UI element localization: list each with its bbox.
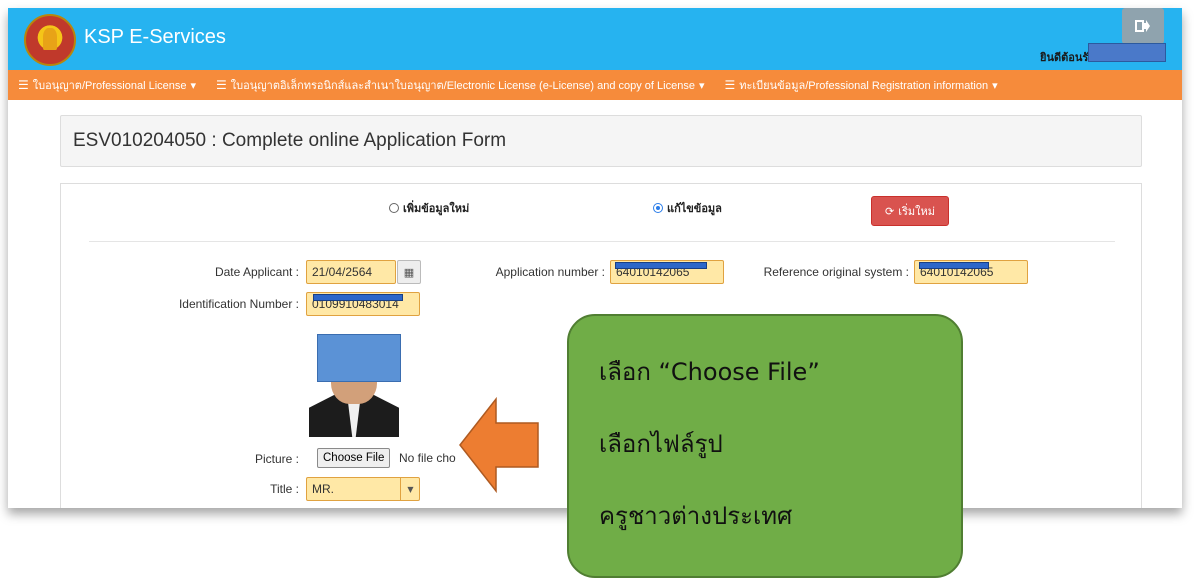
reset-button-label: เริ่มใหม่ bbox=[898, 205, 935, 218]
main-nav: ☰ ใบอนุญาต/Professional License ▾ ☰ ใบอน… bbox=[8, 70, 1182, 100]
refresh-icon: ⟳ bbox=[884, 204, 895, 218]
photo-redaction bbox=[317, 334, 401, 382]
radio-add-new[interactable]: เพิ่มข้อมูลใหม่ bbox=[389, 199, 469, 217]
radio-add-new-label: เพิ่มข้อมูลใหม่ bbox=[403, 202, 470, 215]
arrow-annotation bbox=[459, 396, 539, 494]
callout-line-1: เลือก “Choose File” bbox=[599, 358, 820, 386]
form-divider bbox=[89, 241, 1115, 242]
instruction-callout: เลือก “Choose File” เลือกไฟล์รูป ครูชาวต… bbox=[567, 314, 963, 578]
sign-out-icon bbox=[1135, 20, 1150, 32]
radio-add-new-circle[interactable] bbox=[389, 203, 399, 213]
nav-item-label: ทะเบียนข้อมูล/Professional Registration … bbox=[739, 80, 989, 92]
page-title: ESV010204050 : Complete online Applicati… bbox=[73, 130, 507, 151]
list-icon: ☰ bbox=[724, 78, 736, 92]
list-icon: ☰ bbox=[216, 78, 227, 92]
date-applicant-label: Date Applicant : bbox=[214, 265, 299, 279]
radio-edit-circle[interactable] bbox=[653, 203, 663, 213]
caret-down-icon: ▾ bbox=[190, 79, 197, 92]
title-label: Title : bbox=[270, 482, 299, 496]
application-number-label: Application number : bbox=[495, 265, 605, 279]
reference-label: Reference original system : bbox=[763, 265, 909, 279]
choose-file-button[interactable]: Choose File bbox=[317, 448, 391, 468]
date-applicant-input[interactable]: 21/04/2564 bbox=[306, 260, 396, 284]
radio-edit-label: แก้ไขข้อมูล bbox=[667, 202, 722, 215]
picture-label: Picture : bbox=[254, 452, 299, 466]
logout-button[interactable] bbox=[1122, 8, 1164, 44]
nav-registration-info[interactable]: ☰ ทะเบียนข้อมูล/Professional Registratio… bbox=[715, 76, 1008, 94]
caret-down-icon: ▾ bbox=[698, 79, 705, 92]
username-redaction bbox=[1088, 43, 1166, 62]
nav-item-label: ใบอนุญาต/Professional License bbox=[32, 80, 187, 92]
top-header: KSP E-Services ยินดีต้อนรั bbox=[8, 8, 1182, 70]
welcome-label: ยินดีต้อนรั bbox=[1040, 51, 1089, 64]
nav-professional-license[interactable]: ☰ ใบอนุญาต/Professional License ▾ bbox=[8, 76, 206, 94]
caret-down-icon: ▾ bbox=[992, 79, 998, 92]
nav-electronic-license[interactable]: ☰ ใบอนุญาตอิเล็กทรอนิกส์และสำเนาใบอนุญาต… bbox=[206, 76, 714, 94]
brand-title[interactable]: KSP E-Services bbox=[84, 26, 226, 49]
radio-edit[interactable]: แก้ไขข้อมูล bbox=[653, 199, 722, 217]
reference-redaction bbox=[919, 262, 989, 269]
nav-item-label: ใบอนุญาตอิเล็กทรอนิกส์และสำเนาใบอนุญาต/E… bbox=[230, 80, 695, 92]
calendar-icon[interactable]: ▦ bbox=[397, 260, 421, 284]
reset-button[interactable]: ⟳ เริ่มใหม่ bbox=[871, 196, 949, 226]
no-file-text: No file cho bbox=[399, 451, 456, 465]
chevron-down-icon[interactable]: ▼ bbox=[400, 477, 420, 501]
id-number-redaction bbox=[313, 294, 403, 301]
callout-line-2: เลือกไฟล์รูป bbox=[599, 430, 723, 458]
application-number-redaction bbox=[615, 262, 707, 269]
ksp-logo bbox=[24, 14, 76, 66]
id-number-label: Identification Number : bbox=[178, 297, 299, 311]
callout-line-3: ครูชาวต่างประเทศ bbox=[599, 502, 793, 530]
page-title-panel: ESV010204050 : Complete online Applicati… bbox=[60, 115, 1142, 167]
list-icon: ☰ bbox=[18, 78, 29, 92]
